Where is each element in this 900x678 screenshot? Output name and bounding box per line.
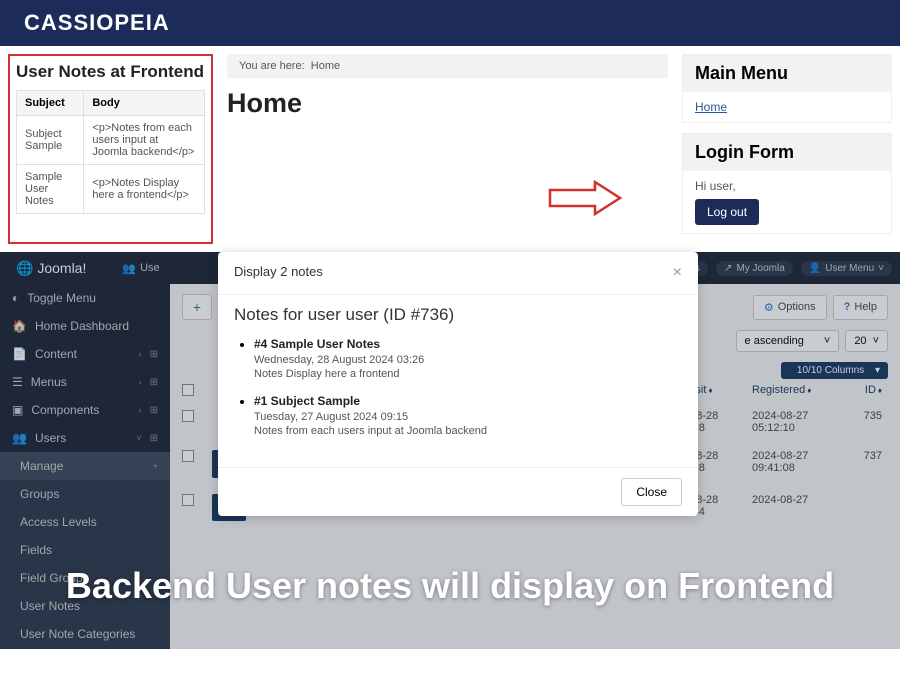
main-menu-module: Main Menu Home bbox=[682, 54, 892, 123]
select-all-checkbox[interactable] bbox=[182, 384, 194, 396]
options-button[interactable]: ⚙Options bbox=[753, 295, 827, 320]
modal-title: Notes for user user (ID #736) bbox=[234, 305, 682, 325]
user-notes-table: Subject Body Subject Sample <p>Notes fro… bbox=[16, 90, 205, 214]
gear-icon: ⚙ bbox=[764, 301, 774, 314]
row-checkbox[interactable] bbox=[182, 494, 194, 506]
note-item: #1 Subject Sample Tuesday, 27 August 202… bbox=[254, 394, 682, 437]
sidebar-item-manage[interactable]: Manage+ bbox=[0, 452, 170, 480]
login-greeting: Hi user, bbox=[695, 179, 879, 193]
note-item: #4 Sample User Notes Wednesday, 28 Augus… bbox=[254, 337, 682, 380]
sidebar-toggle[interactable]: ◐ Toggle Menu bbox=[0, 284, 170, 312]
usermenu-button[interactable]: 👤 User Menu ˅ bbox=[801, 261, 892, 276]
close-button[interactable]: Close bbox=[621, 478, 682, 506]
th-id[interactable]: ID♦ bbox=[842, 384, 882, 396]
sidebar-item-users[interactable]: 👥 Users˅⊞ bbox=[0, 424, 170, 452]
chevron-down-icon: ˅ bbox=[873, 335, 879, 347]
frontend-body: User Notes at Frontend Subject Body Subj… bbox=[0, 46, 900, 252]
login-form-title: Login Form bbox=[683, 134, 891, 171]
close-icon[interactable]: × bbox=[673, 264, 682, 282]
notes-modal: Display 2 notes × Notes for user user (I… bbox=[218, 252, 698, 516]
sidebar-item-menus[interactable]: ☰ Menus›⊞ bbox=[0, 368, 170, 396]
th-registered[interactable]: Registered♦ bbox=[752, 384, 842, 396]
table-row: Sample User Notes <p>Notes Display here … bbox=[17, 165, 205, 214]
menu-item-home[interactable]: Home bbox=[695, 100, 727, 114]
logout-button[interactable]: Log out bbox=[695, 199, 759, 225]
modal-header: Display 2 notes bbox=[234, 264, 323, 282]
sort-icon: ♦ bbox=[807, 386, 811, 395]
sidebar-item-content[interactable]: 📄 Content›⊞ bbox=[0, 340, 170, 368]
perpage-select[interactable]: 20˅ bbox=[845, 330, 888, 352]
login-form-module: Login Form Hi user, Log out bbox=[682, 133, 892, 234]
sidebar-item-privacy[interactable]: Privacy›⊞ bbox=[0, 648, 170, 649]
sort-select[interactable]: e ascending˅ bbox=[736, 330, 840, 352]
sidebar-item-usernote-cat[interactable]: User Note Categories bbox=[0, 620, 170, 648]
sidebar-item-home[interactable]: 🏠 Home Dashboard bbox=[0, 312, 170, 340]
module-title: User Notes at Frontend bbox=[16, 62, 205, 82]
frontend-sidebar: Main Menu Home Login Form Hi user, Log o… bbox=[682, 54, 892, 244]
th-subject: Subject bbox=[17, 91, 84, 116]
sidebar-item-components[interactable]: ▣ Components›⊞ bbox=[0, 396, 170, 424]
sidebar-item-access[interactable]: Access Levels bbox=[0, 508, 170, 536]
main-menu-title: Main Menu bbox=[683, 55, 891, 92]
table-row: Subject Sample <p>Notes from each users … bbox=[17, 116, 205, 165]
myjoomla-button[interactable]: ↗ My Joomla bbox=[716, 261, 793, 276]
chevron-down-icon: ˅ bbox=[824, 335, 830, 347]
row-checkbox[interactable] bbox=[182, 410, 194, 422]
sidebar-item-groups[interactable]: Groups bbox=[0, 480, 170, 508]
caption-overlay: Backend User notes will display on Front… bbox=[0, 565, 900, 607]
frontend-brand: CASSIOPEIA bbox=[0, 0, 900, 46]
page-title: Home bbox=[227, 88, 668, 119]
help-button[interactable]: ?Help bbox=[833, 295, 888, 320]
annotation-arrow bbox=[545, 178, 625, 223]
sidebar-item-fields[interactable]: Fields bbox=[0, 536, 170, 564]
joomla-logo[interactable]: 🌐 Joomla! bbox=[0, 260, 102, 277]
user-notes-module: User Notes at Frontend Subject Body Subj… bbox=[8, 54, 213, 244]
th-body: Body bbox=[84, 91, 205, 116]
breadcrumb: You are here: Home bbox=[227, 54, 668, 78]
help-icon: ? bbox=[844, 301, 851, 313]
row-checkbox[interactable] bbox=[182, 450, 194, 462]
user-icon: 👥 Use bbox=[122, 262, 159, 275]
new-button[interactable]: + bbox=[182, 294, 212, 320]
sort-icon: ♦ bbox=[878, 386, 882, 395]
sort-icon: ♦ bbox=[708, 386, 712, 395]
columns-toggle[interactable]: 10/10 Columns ▾ bbox=[781, 362, 888, 379]
